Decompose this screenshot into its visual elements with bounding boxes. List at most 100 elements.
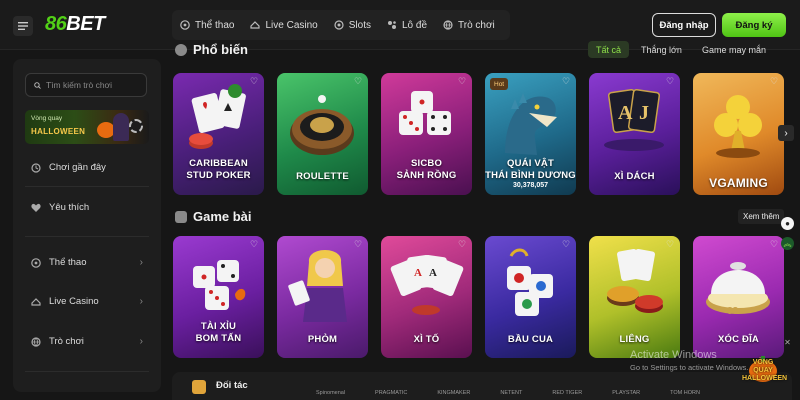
- favorite-heart-icon[interactable]: ♡: [770, 77, 779, 86]
- banner-title: HALLOWEEN: [31, 127, 86, 136]
- witch-illustration: [113, 113, 129, 141]
- game-card-caribbean-stud-poker[interactable]: ♡ CARIBBEAN STUD POKER: [173, 73, 264, 195]
- banner-subtitle: Vòng quay: [31, 115, 63, 122]
- filter-tabs: Tất cả Thắng lớn Game may mắn: [588, 41, 774, 58]
- watermark-title: Activate Windows: [630, 349, 717, 361]
- search-icon: [34, 81, 41, 89]
- chevron-right-icon: ›: [139, 257, 143, 268]
- search-box[interactable]: [25, 73, 147, 97]
- favorite-heart-icon[interactable]: ♡: [250, 240, 259, 249]
- partner-logo[interactable]: PRAGMATIC: [375, 390, 407, 396]
- nav-item-slots[interactable]: Slots: [334, 20, 371, 31]
- globe-icon: [443, 20, 453, 30]
- game-card-title: SICBO: [410, 158, 443, 169]
- divider: [25, 371, 149, 372]
- sidebar-item-label: Yêu thích: [49, 202, 90, 213]
- globe-icon: [31, 336, 41, 347]
- tab-all[interactable]: Tất cả: [588, 41, 630, 58]
- game-card-vgaming[interactable]: ♡ VGAMING: [693, 73, 784, 195]
- tab-big-win[interactable]: Thắng lớn: [633, 41, 690, 58]
- favorite-heart-icon[interactable]: ♡: [770, 240, 779, 249]
- scroll-up-icon[interactable]: ︽: [781, 237, 794, 250]
- nav-item-label: Thể thao: [195, 19, 235, 31]
- svg-text:J: J: [639, 102, 649, 124]
- game-card-xoc-dia[interactable]: 88 ♡ XÓC ĐĨA: [693, 236, 784, 358]
- cards-icon: [175, 210, 187, 223]
- game-card-blackjack[interactable]: A J ♡ XÌ DÁCH: [589, 73, 680, 195]
- widget-label-line1: VÒNG QUAY: [752, 359, 774, 374]
- halloween-banner[interactable]: Vòng quay HALLOWEEN: [25, 110, 149, 144]
- game-card-phom[interactable]: ♡ PHỎM: [277, 236, 368, 358]
- tab-lucky-games[interactable]: Game may mắn: [694, 41, 774, 58]
- lottery-icon: [387, 21, 396, 29]
- partner-logo[interactable]: KINGMAKER: [437, 390, 470, 396]
- nav-item-games[interactable]: Trò chơi: [443, 20, 495, 31]
- game-card-title: TÀI XỈU: [200, 321, 237, 332]
- favorite-heart-icon[interactable]: ♡: [666, 240, 675, 249]
- partners-icon: [192, 380, 206, 394]
- game-card-bau-cua[interactable]: ♡ BẦU CUA: [485, 236, 576, 358]
- favorite-heart-icon[interactable]: ♡: [562, 77, 571, 86]
- sidebar-item-label: Thể thao: [49, 257, 87, 268]
- sidebar-item-games[interactable]: Trò chơi ›: [31, 336, 143, 347]
- casino-table-icon: [31, 297, 41, 306]
- sidebar-item-favorites[interactable]: Yêu thích: [31, 202, 143, 213]
- game-card-pacific-monster[interactable]: Hot ♡ QUÁI VẬT THÁI BÌNH DƯƠNG 30,378,05…: [485, 73, 576, 195]
- partner-logo[interactable]: Spinomenal: [316, 390, 345, 396]
- nav-item-label: Lô đề: [401, 19, 428, 31]
- sidebar-item-label: Chơi gần đây: [49, 162, 106, 173]
- nav-item-label: Slots: [348, 19, 371, 31]
- heart-icon: [31, 203, 41, 212]
- favorite-heart-icon[interactable]: ♡: [250, 77, 259, 86]
- left-sidebar: Vòng quay HALLOWEEN Chơi gần đây Yêu thí…: [13, 59, 161, 392]
- watermark-subtitle: Go to Settings to activate Windows.: [630, 363, 749, 372]
- chevron-right-icon: ›: [139, 336, 143, 347]
- game-card-sicbo[interactable]: ♡ SICBO SẢNH RỒNG: [381, 73, 472, 195]
- favorite-heart-icon[interactable]: ♡: [354, 240, 363, 249]
- halloween-spin-widget[interactable]: VÒNG QUAY HALLOWEEN: [742, 345, 787, 385]
- game-card-title: PHỎM: [307, 334, 338, 345]
- soccer-ball-icon: [31, 257, 41, 268]
- game-card-xi-to[interactable]: A A ♡ XÌ TỐ: [381, 236, 472, 358]
- carousel-next-button[interactable]: ›: [778, 125, 794, 141]
- see-more-link[interactable]: Xem thêm: [738, 209, 785, 224]
- favorite-heart-icon[interactable]: ♡: [354, 77, 363, 86]
- widget-label: VÒNG QUAY HALLOWEEN: [742, 359, 787, 383]
- game-card-title: CARIBBEAN: [189, 158, 248, 169]
- svg-text:A: A: [618, 102, 633, 124]
- site-logo[interactable]: 86 BET: [45, 13, 105, 36]
- nav-item-live-casino[interactable]: Live Casino: [250, 20, 318, 31]
- section-title-text: Phổ biến: [193, 42, 248, 57]
- sidebar-item-live-casino[interactable]: Live Casino ›: [31, 296, 143, 307]
- nav-item-sports[interactable]: Thể thao: [180, 20, 234, 31]
- favorite-heart-icon[interactable]: ♡: [666, 77, 675, 86]
- hot-badge: Hot: [490, 78, 509, 90]
- partner-logo[interactable]: TOM HORN: [670, 390, 700, 396]
- favorite-heart-icon[interactable]: ♡: [562, 240, 571, 249]
- game-card-title: LIÊNG: [619, 334, 650, 345]
- sidebar-item-recent[interactable]: Chơi gần đây: [31, 162, 143, 173]
- favorite-heart-icon[interactable]: ♡: [458, 77, 467, 86]
- svg-text:A: A: [414, 267, 422, 279]
- game-card-subtitle: STUD POKER: [186, 170, 251, 181]
- partner-logo[interactable]: PLAYSTAR: [612, 390, 640, 396]
- favorite-heart-icon[interactable]: ♡: [458, 240, 467, 249]
- sidebar-item-sports[interactable]: Thể thao ›: [31, 257, 143, 268]
- logo-text: BET: [66, 13, 105, 35]
- chat-icon[interactable]: ●: [781, 217, 794, 230]
- login-button[interactable]: Đăng nhập: [652, 13, 716, 37]
- nav-item-label: Trò chơi: [458, 19, 495, 31]
- activate-windows-watermark: Activate Windows Go to Settings to activ…: [630, 349, 748, 372]
- game-card-tai-xiu[interactable]: ♡ TÀI XỈU BOM TẤN: [173, 236, 264, 358]
- search-input[interactable]: [46, 80, 146, 90]
- chevron-right-icon: ›: [139, 296, 143, 307]
- game-card-roulette[interactable]: ♡ ROULETTE: [277, 73, 368, 195]
- game-card-title: XÌ DÁCH: [614, 171, 655, 182]
- partners-title: Đối tác: [216, 380, 248, 391]
- nav-item-lottery[interactable]: Lô đề: [387, 20, 427, 31]
- partner-logo[interactable]: NETENT: [500, 390, 522, 396]
- game-card-lieng[interactable]: ♡ LIÊNG: [589, 236, 680, 358]
- partner-logo[interactable]: RED TIGER: [552, 390, 582, 396]
- hamburger-menu-icon[interactable]: [13, 16, 33, 36]
- register-button[interactable]: Đăng ký: [722, 13, 786, 37]
